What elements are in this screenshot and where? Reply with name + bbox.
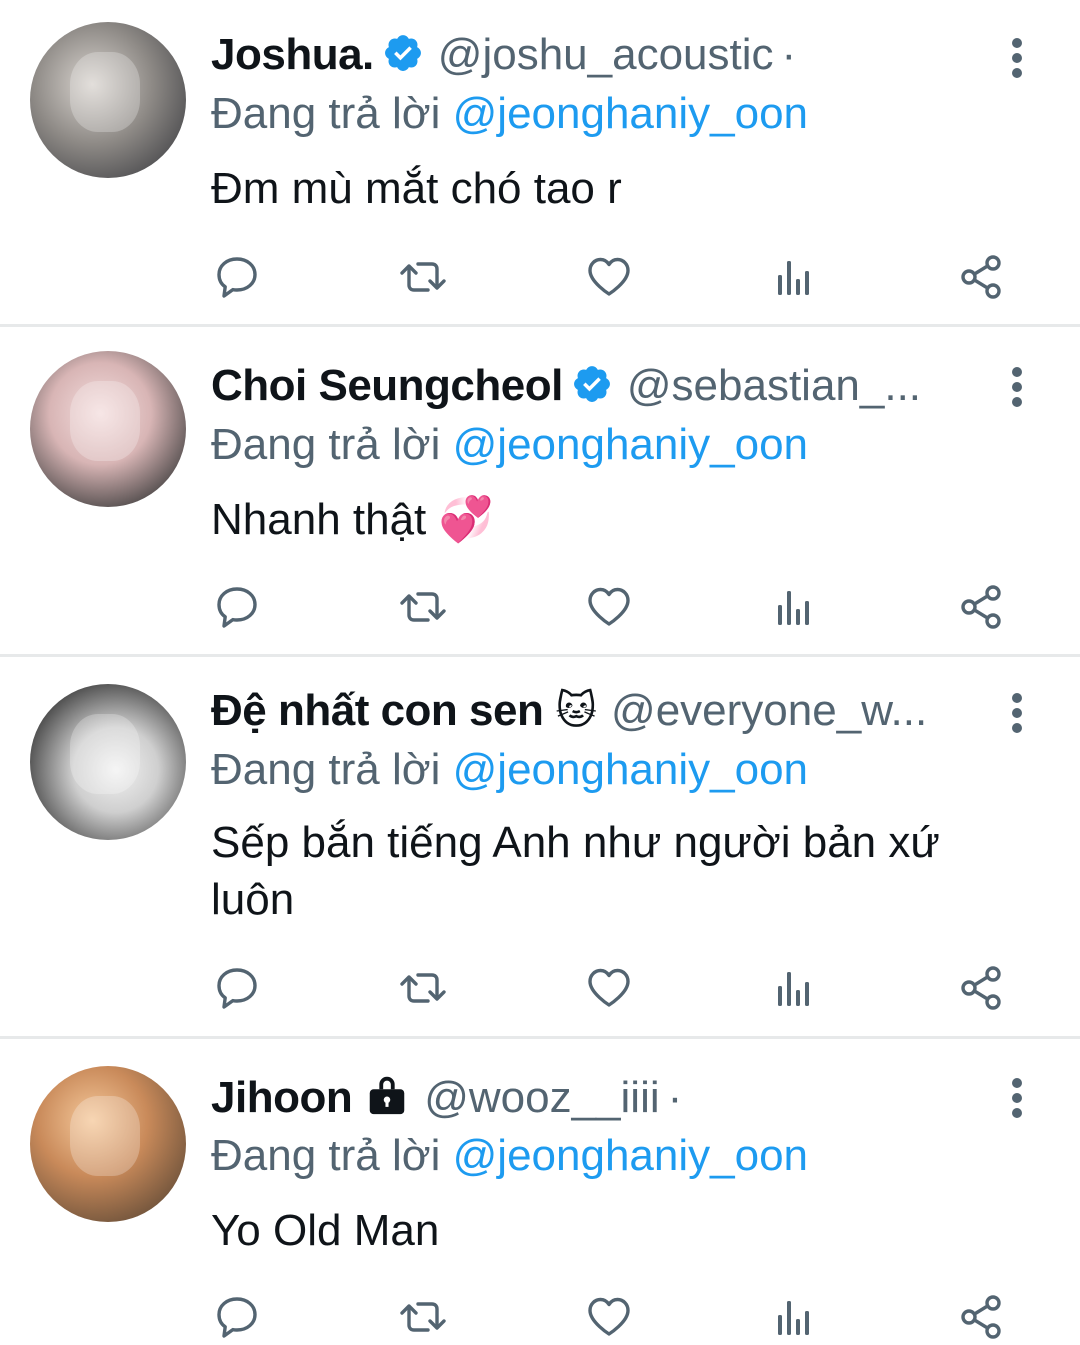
- lock-icon: [364, 1072, 410, 1123]
- tweet-text: Đm mù mắt chó tao r: [211, 164, 622, 213]
- replying-label: Đang trả lời: [211, 1131, 441, 1180]
- views-icon[interactable]: [767, 579, 823, 635]
- display-name[interactable]: Joshua.: [211, 30, 374, 80]
- reply-icon[interactable]: [209, 960, 265, 1016]
- avatar[interactable]: [30, 351, 186, 507]
- like-icon[interactable]: [581, 579, 637, 635]
- like-icon[interactable]: [581, 1289, 637, 1345]
- tweet[interactable]: Joshua. @joshu_acoustic · Đang trả lời @…: [0, 0, 1080, 327]
- views-icon[interactable]: [767, 1289, 823, 1345]
- reply-feed: Joshua. @joshu_acoustic · Đang trả lời @…: [0, 0, 1080, 1342]
- more-options-icon[interactable]: [1004, 363, 1030, 411]
- display-name[interactable]: Choi Seungcheol: [211, 361, 563, 411]
- verified-badge-icon: [382, 32, 424, 79]
- avatar[interactable]: [30, 22, 186, 178]
- user-handle[interactable]: @wooz__iiii: [424, 1073, 659, 1123]
- more-options-icon[interactable]: [1004, 689, 1030, 737]
- retweet-icon[interactable]: [395, 1289, 451, 1345]
- like-icon[interactable]: [581, 249, 637, 305]
- replying-label: Đang trả lời: [211, 745, 441, 794]
- cat-emoji: 🐱: [555, 689, 598, 733]
- retweet-icon[interactable]: [395, 579, 451, 635]
- tweet-header: Jihoon @wooz__iiii ·: [211, 1072, 682, 1123]
- mention-link[interactable]: @jeonghaniy_oon: [453, 1131, 808, 1180]
- action-bar: [0, 960, 1080, 1016]
- avatar[interactable]: [30, 684, 186, 840]
- action-bar: [0, 249, 1080, 305]
- replying-label: Đang trả lời: [211, 89, 441, 138]
- replying-to: Đang trả lời @jeonghaniy_oon: [211, 420, 808, 470]
- user-handle[interactable]: @everyone_w...: [611, 686, 927, 736]
- views-icon[interactable]: [767, 960, 823, 1016]
- share-icon[interactable]: [953, 960, 1009, 1016]
- separator-dot: ·: [781, 30, 797, 79]
- more-options-icon[interactable]: [1004, 34, 1030, 82]
- mention-link[interactable]: @jeonghaniy_oon: [453, 420, 808, 469]
- retweet-icon[interactable]: [395, 960, 451, 1016]
- display-name[interactable]: Đệ nhất con sen: [211, 686, 544, 736]
- user-handle[interactable]: @sebastian_...: [627, 361, 921, 411]
- tweet-text: Sếp bắn tiếng Anh như người bản xứ luôn: [211, 818, 940, 924]
- reply-icon[interactable]: [209, 579, 265, 635]
- replying-label: Đang trả lời: [211, 420, 441, 469]
- verified-badge-icon: [571, 363, 613, 410]
- display-name[interactable]: Jihoon: [211, 1073, 353, 1123]
- tweet[interactable]: Đệ nhất con sen 🐱 @everyone_w... Đang tr…: [0, 657, 1080, 1039]
- reply-icon[interactable]: [209, 1289, 265, 1345]
- tweet-header: Joshua. @joshu_acoustic ·: [211, 30, 796, 80]
- share-icon[interactable]: [953, 579, 1009, 635]
- reply-icon[interactable]: [209, 249, 265, 305]
- tweet-text: Yo Old Man: [211, 1206, 440, 1255]
- tweet-header: Choi Seungcheol @sebastian_...: [211, 361, 921, 411]
- share-icon[interactable]: [953, 1289, 1009, 1345]
- avatar[interactable]: [30, 1066, 186, 1222]
- retweet-icon[interactable]: [395, 249, 451, 305]
- more-options-icon[interactable]: [1004, 1074, 1030, 1122]
- separator-dot: ·: [667, 1072, 683, 1122]
- user-handle[interactable]: @joshu_acoustic: [438, 30, 774, 80]
- action-bar: [0, 579, 1080, 635]
- replying-to: Đang trả lời @jeonghaniy_oon: [211, 1131, 808, 1181]
- action-bar: [0, 1289, 1080, 1345]
- replying-to: Đang trả lời @jeonghaniy_oon: [211, 89, 808, 139]
- tweet-header: Đệ nhất con sen 🐱 @everyone_w...: [211, 686, 927, 736]
- mention-link[interactable]: @jeonghaniy_oon: [453, 89, 808, 138]
- tweet[interactable]: Jihoon @wooz__iiii · Đang trả lời @jeong…: [0, 1039, 1080, 1342]
- like-icon[interactable]: [581, 960, 637, 1016]
- tweet-text: Nhanh thật 💞: [211, 495, 494, 544]
- share-icon[interactable]: [953, 249, 1009, 305]
- replying-to: Đang trả lời @jeonghaniy_oon: [211, 745, 808, 795]
- mention-link[interactable]: @jeonghaniy_oon: [453, 745, 808, 794]
- views-icon[interactable]: [767, 249, 823, 305]
- tweet[interactable]: Choi Seungcheol @sebastian_... Đang trả …: [0, 327, 1080, 657]
